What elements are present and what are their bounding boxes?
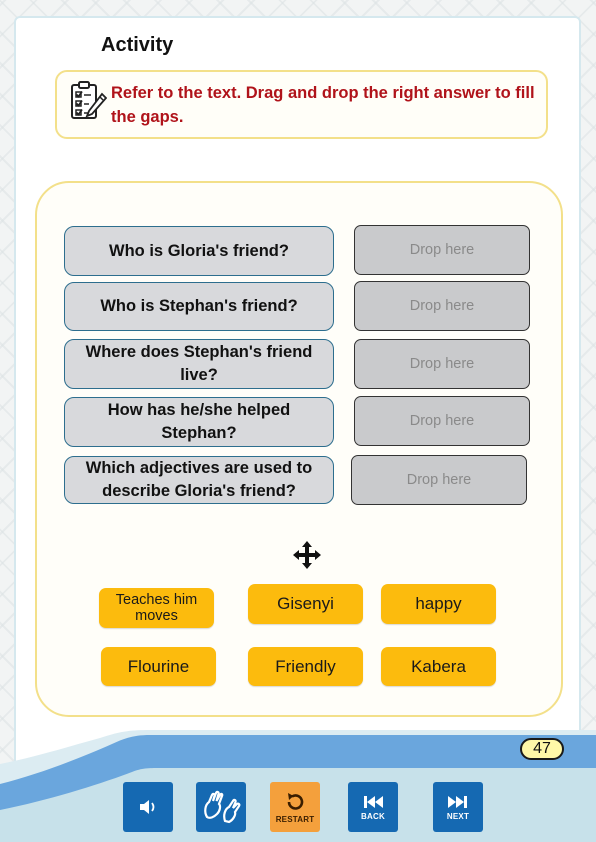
question-stephan-friend: Who is Stephan's friend? [64, 282, 334, 331]
restart-button[interactable]: RESTART [270, 782, 320, 832]
sign-language-button[interactable] [196, 782, 246, 832]
restart-label: RESTART [275, 814, 315, 824]
instruction-box: Refer to the text. Drag and drop the rig… [55, 70, 548, 139]
answer-chip-kabera[interactable]: Kabera [381, 647, 496, 686]
question-gloria-friend: Who is Gloria's friend? [64, 226, 334, 276]
drop-zone-3[interactable]: Drop here [354, 339, 530, 389]
skip-forward-icon [448, 795, 467, 808]
sign-language-icon [204, 790, 241, 824]
question-how-helped: How has he/she helped Stephan? [64, 397, 334, 447]
drop-zone-5[interactable]: Drop here [351, 455, 527, 505]
question-friend-location: Where does Stephan's friend live? [64, 339, 334, 389]
drop-zone-1[interactable]: Drop here [354, 225, 530, 275]
move-arrows-icon [293, 541, 321, 569]
skip-back-icon [364, 795, 383, 808]
speaker-icon [140, 800, 155, 814]
drop-zone-4[interactable]: Drop here [354, 396, 530, 446]
answer-chip-happy[interactable]: happy [381, 584, 496, 624]
answer-chip-teaches-him-moves[interactable]: Teaches him moves [99, 588, 214, 628]
page-number: 47 [520, 738, 564, 760]
audio-button[interactable] [123, 782, 173, 832]
restart-icon [287, 792, 304, 810]
instruction-text: Refer to the text. Drag and drop the rig… [111, 84, 535, 126]
activity-title: Activity [101, 34, 174, 56]
answer-chip-gisenyi[interactable]: Gisenyi [248, 584, 363, 624]
back-label: BACK [361, 811, 385, 821]
back-button[interactable]: BACK [348, 782, 398, 832]
answer-chip-flourine[interactable]: Flourine [101, 647, 216, 686]
question-adjectives: Which adjectives are used to describe Gl… [64, 456, 334, 504]
next-label: NEXT [446, 811, 470, 821]
next-button[interactable]: NEXT [433, 782, 483, 832]
answer-chip-friendly[interactable]: Friendly [248, 647, 363, 686]
checklist-clipboard-icon [71, 81, 107, 119]
drop-zone-2[interactable]: Drop here [354, 281, 530, 331]
